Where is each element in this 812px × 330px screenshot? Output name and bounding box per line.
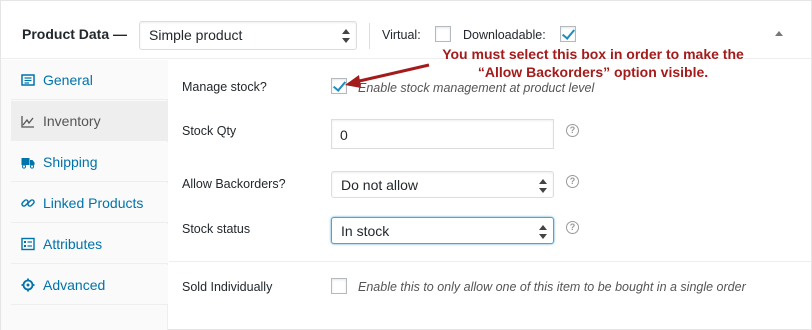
annotation-callout: You must select this box in order to mak… <box>433 45 753 81</box>
gear-icon <box>21 278 35 292</box>
select-arrows-icon <box>342 29 350 43</box>
downloadable-label: Downloadable: <box>463 28 546 42</box>
tab-linked-products-label: Linked Products <box>43 195 144 211</box>
list-icon <box>21 237 35 251</box>
select-arrows-icon <box>539 225 547 239</box>
product-data-tabs: General Inventory Shipping Linked Produc… <box>1 60 168 330</box>
tab-general[interactable]: General <box>11 60 168 100</box>
stock-qty-input[interactable]: 0 <box>331 119 554 149</box>
annotation-arrow-icon <box>345 63 430 88</box>
stock-status-label: Stock status <box>182 222 251 236</box>
tab-shipping[interactable]: Shipping <box>11 142 168 182</box>
stock-status-select[interactable]: In stock <box>331 217 554 244</box>
header-divider <box>369 23 370 49</box>
backorders-label: Allow Backorders? <box>182 177 286 191</box>
stock-qty-label: Stock Qty <box>182 124 237 138</box>
sold-individually-label: Sold Individually <box>182 280 273 294</box>
tab-advanced-label: Advanced <box>43 277 106 293</box>
tab-advanced[interactable]: Advanced <box>11 265 168 305</box>
annotation-line-2: “Allow Backorders” option visible. <box>477 64 709 80</box>
tab-attributes-label: Attributes <box>43 236 103 252</box>
sold-individually-checkbox[interactable] <box>331 278 347 294</box>
stock-qty-help-icon[interactable]: ? <box>566 124 579 137</box>
general-icon <box>21 73 35 87</box>
tab-general-label: General <box>43 72 93 88</box>
select-arrows-icon <box>539 179 547 193</box>
inventory-icon <box>21 114 35 128</box>
section-divider <box>169 261 811 262</box>
tab-inventory[interactable]: Inventory <box>11 101 168 141</box>
backorders-select[interactable]: Do not allow <box>331 171 554 198</box>
panel-title: Product Data — <box>22 26 128 42</box>
collapse-toggle-icon[interactable] <box>775 31 783 36</box>
stock-status-help-icon[interactable]: ? <box>566 221 579 234</box>
backorders-value: Do not allow <box>341 177 419 193</box>
link-icon <box>21 196 35 210</box>
manage-stock-label: Manage stock? <box>182 80 267 94</box>
truck-icon <box>21 155 35 169</box>
virtual-label: Virtual: <box>382 28 421 42</box>
annotation-line-1: You must select this box in order to mak… <box>442 46 744 62</box>
backorders-help-icon[interactable]: ? <box>566 175 579 188</box>
downloadable-checkbox[interactable] <box>560 26 576 42</box>
tab-attributes[interactable]: Attributes <box>11 224 168 264</box>
stock-status-value: In stock <box>341 223 390 239</box>
sold-individually-description: Enable this to only allow one of this it… <box>358 280 746 294</box>
product-type-select[interactable]: Simple product <box>139 21 357 50</box>
product-type-value: Simple product <box>149 27 243 43</box>
tab-linked-products[interactable]: Linked Products <box>11 183 168 223</box>
tab-shipping-label: Shipping <box>43 154 98 170</box>
virtual-checkbox[interactable] <box>435 26 451 42</box>
product-data-panel: Product Data — Simple product Virtual: D… <box>0 0 812 330</box>
tab-inventory-label: Inventory <box>43 113 101 129</box>
stock-qty-value: 0 <box>340 127 348 143</box>
